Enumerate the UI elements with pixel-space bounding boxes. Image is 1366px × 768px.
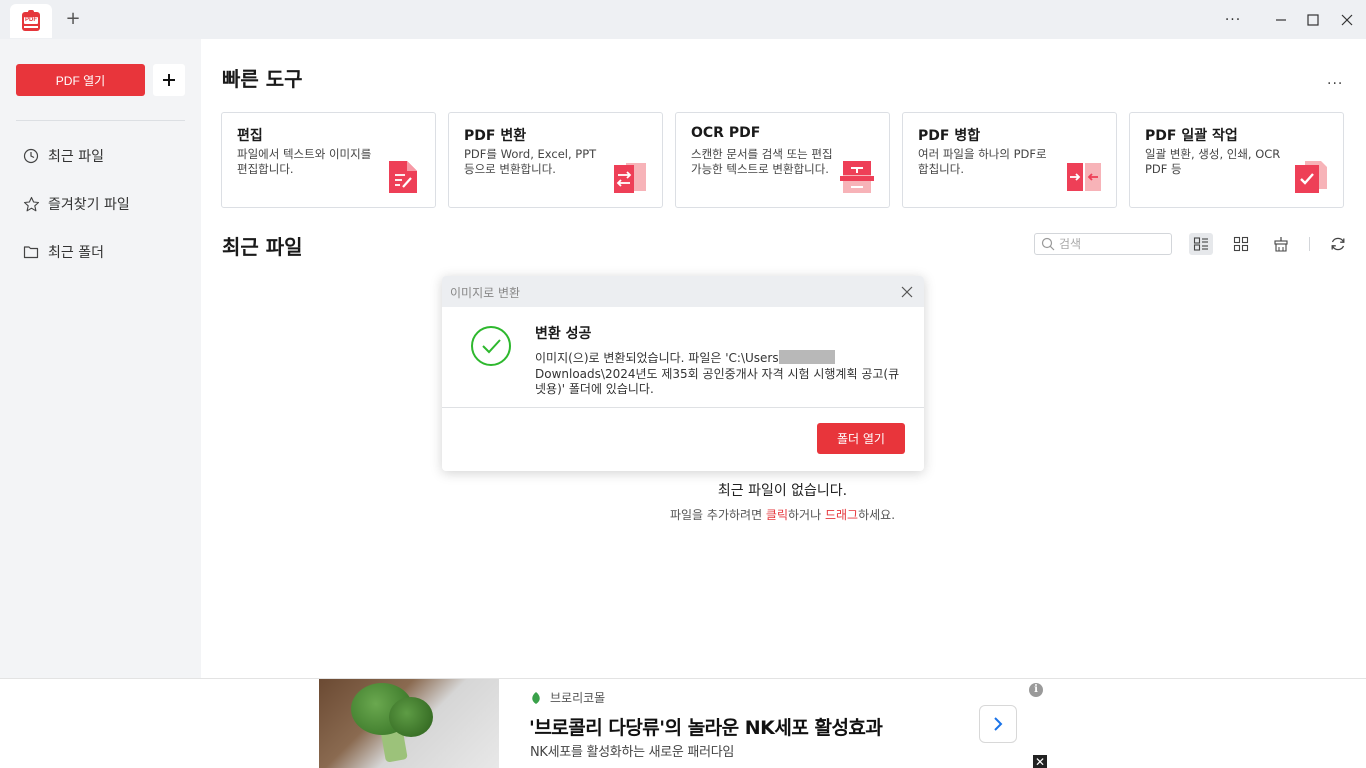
card-title: PDF 병합 [918,128,981,144]
batch-doc-icon [1295,161,1327,193]
card-title: PDF 변환 [464,128,527,144]
close-window-button[interactable] [1336,9,1358,31]
maximize-button[interactable] [1302,9,1324,31]
broccoli-image [319,679,499,768]
toolbar-separator [1309,237,1310,251]
sidebar-item-recent-folders[interactable]: 최근 폴더 [22,239,192,265]
hint-text: 하거나 [788,508,825,522]
card-description: PDF를 Word, Excel, PPT 등으로 변환합니다. [464,147,597,176]
close-icon [1341,14,1353,26]
new-tab-button[interactable]: + [63,9,83,29]
star-icon [22,195,40,213]
ad-arrow-button[interactable] [979,705,1017,743]
search-input[interactable] [1059,236,1167,252]
app-tab[interactable]: PDF [10,4,52,38]
ad-close-button[interactable]: ✕ [1033,755,1047,768]
list-view-button[interactable] [1189,233,1213,255]
redacted-username [778,350,835,364]
ocr-doc-icon [840,161,874,193]
convert-doc-icon [614,163,646,193]
merge-doc-icon [1067,163,1101,191]
refresh-button[interactable] [1326,233,1350,255]
search-icon [1041,237,1055,251]
card-title: 편집 [237,128,263,144]
dialog-close-button[interactable] [898,283,916,301]
hint-text: 파일을 추가하려면 [669,508,766,522]
search-box[interactable] [1034,233,1172,255]
message-text: 이미지(으)로 변환되었습니다. 파일은 'C:\Users [535,351,779,365]
sidebar-item-label: 최근 파일 [48,149,104,165]
refresh-icon [1331,237,1345,251]
card-title: OCR PDF [691,125,761,141]
sidebar: PDF 열기 최근 파일 즐겨찾기 파일 최근 폴더 [0,39,201,678]
tool-card-edit[interactable]: 편집 파일에서 텍스트와 이미지를 편집합니다. [221,112,436,208]
title-bar: PDF + ··· [0,0,1366,39]
card-description: 여러 파일을 하나의 PDF로 합칩니다. [918,147,1047,176]
card-description: 스캔한 문서를 검색 또는 편집 가능한 텍스트로 변환합니다. [691,147,833,176]
tool-card-batch[interactable]: PDF 일괄 작업 일괄 변환, 생성, 인쇄, OCR PDF 등 [1129,112,1344,208]
ad-brand: 브로리코몰 [530,689,605,706]
hint-text: 하세요. [858,508,896,522]
card-description: 일괄 변환, 생성, 인쇄, OCR PDF 등 [1145,147,1281,176]
dialog-heading: 변환 성공 [535,326,592,342]
dialog-message: 이미지(으)로 변환되었습니다. 파일은 'C:\UsersDownloads\… [535,350,905,398]
clear-list-button[interactable] [1269,233,1293,255]
chevron-right-icon [994,717,1003,731]
tool-card-merge[interactable]: PDF 병합 여러 파일을 하나의 PDF로 합칩니다. [902,112,1117,208]
app-logo-icon: PDF [20,10,42,32]
sidebar-item-label: 즐겨찾기 파일 [48,197,130,213]
edit-doc-icon [389,161,417,193]
quick-tools-more-button[interactable]: ··· [1327,76,1343,92]
success-check-icon [471,326,511,366]
ad-info-icon[interactable]: i [1029,683,1043,697]
leaf-icon [532,691,540,704]
open-folder-button[interactable]: 폴더 열기 [817,423,905,454]
grid-view-icon [1233,236,1249,252]
open-pdf-button[interactable]: PDF 열기 [16,64,145,96]
minimize-icon [1276,19,1286,21]
sidebar-item-favorites[interactable]: 즐겨찾기 파일 [22,191,192,217]
sidebar-divider [16,120,185,121]
conversion-dialog: 이미지로 변환 변환 성공 이미지(으)로 변환되었습니다. 파일은 'C:\U… [442,276,924,471]
close-icon [901,286,913,298]
ad-banner[interactable]: 브로리코몰 '브로콜리 다당류'의 놀라운 NK세포 활성효과 NK세포를 활성… [319,679,1047,768]
card-title: PDF 일괄 작업 [1145,128,1238,144]
ad-headline[interactable]: '브로콜리 다당류'의 놀라운 NK세포 활성효과 [529,713,883,740]
plus-icon [163,74,175,86]
add-button[interactable] [153,64,185,96]
drag-link[interactable]: 드래그 [825,508,858,522]
list-view-icon [1193,237,1208,251]
empty-state-hint: 파일을 추가하려면 클릭하거나 드래그하세요. [560,506,1005,523]
tool-card-convert[interactable]: PDF 변환 PDF를 Word, Excel, PPT 등으로 변환합니다. [448,112,663,208]
more-menu-button[interactable]: ··· [1222,9,1244,31]
click-link[interactable]: 클릭 [766,508,788,522]
grid-view-button[interactable] [1229,233,1253,255]
sidebar-item-label: 최근 폴더 [48,245,104,261]
dialog-title: 이미지로 변환 [450,286,521,300]
sidebar-item-recent-files[interactable]: 최근 파일 [22,143,192,169]
dialog-header: 이미지로 변환 [442,276,924,307]
tool-card-ocr[interactable]: OCR PDF 스캔한 문서를 검색 또는 편집 가능한 텍스트로 변환합니다. [675,112,890,208]
clock-icon [22,147,40,165]
folder-icon [22,243,40,261]
ad-bar: 브로리코몰 '브로콜리 다당류'의 놀라운 NK세포 활성효과 NK세포를 활성… [0,678,1366,768]
minimize-button[interactable] [1270,9,1292,31]
quick-tools-title: 빠른 도구 [222,67,303,91]
ad-subtext: NK세포를 활성화하는 새로운 패러다임 [530,745,735,760]
empty-state-title: 최근 파일이 없습니다. [717,483,848,499]
maximize-icon [1307,14,1319,26]
ad-brand-name: 브로리코몰 [550,691,606,705]
message-text: Downloads\2024년도 제35회 공인중개사 자격 시험 시행계획 공… [535,366,900,397]
recent-files-title: 최근 파일 [222,235,303,259]
card-description: 파일에서 텍스트와 이미지를 편집합니다. [237,147,372,176]
clear-icon [1274,237,1288,252]
dialog-divider [442,407,924,408]
